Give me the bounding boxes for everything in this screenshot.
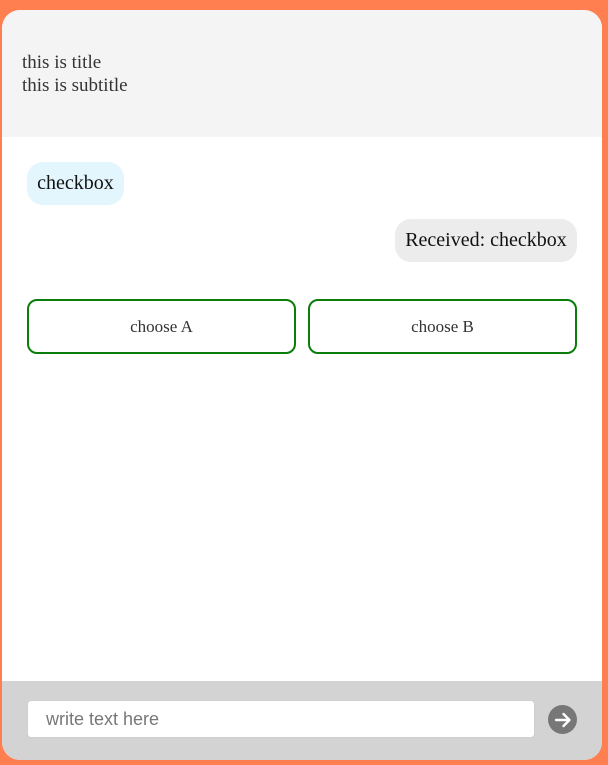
user-message-bubble: Received: checkbox xyxy=(395,219,577,262)
chat-title: this is title xyxy=(22,52,102,73)
bot-message-bubble: checkbox xyxy=(27,162,124,205)
arrow-right-circle-icon xyxy=(554,712,571,727)
chat-widget: this is title this is subtitle checkbox … xyxy=(2,10,602,760)
choose-a-button[interactable]: choose A xyxy=(27,299,296,354)
chat-subtitle: this is subtitle xyxy=(22,75,128,96)
send-button[interactable] xyxy=(548,705,577,734)
chat-header: this is title this is subtitle xyxy=(2,10,602,137)
chat-composer xyxy=(2,681,602,760)
choose-b-button[interactable]: choose B xyxy=(308,299,577,354)
message-input[interactable] xyxy=(27,700,535,738)
